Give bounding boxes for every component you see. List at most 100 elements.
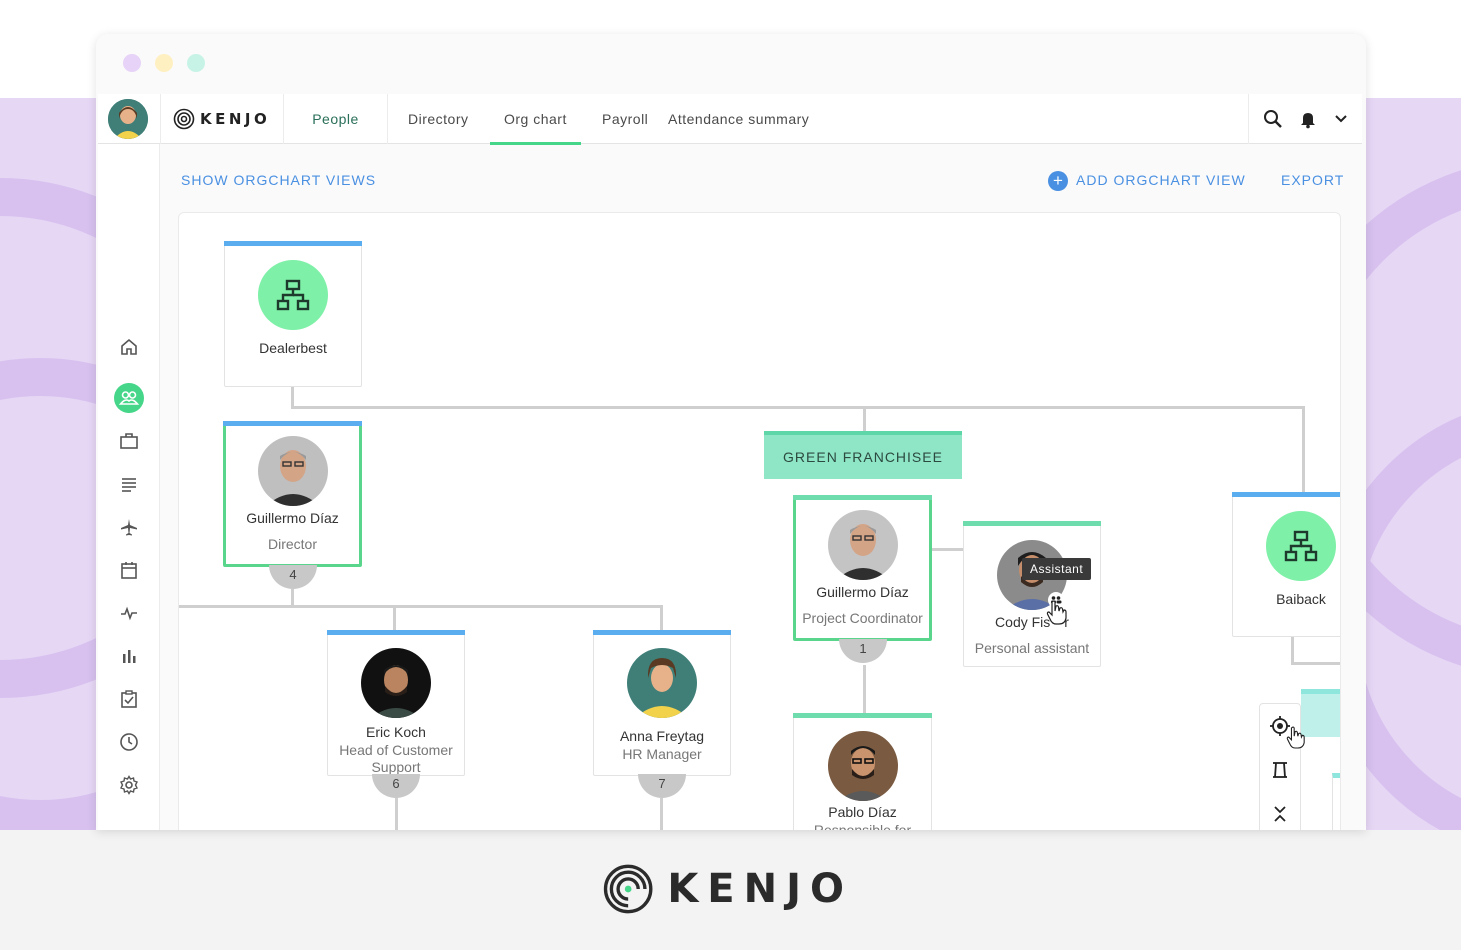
employee-card-pablo-diaz[interactable]: Pablo Díaz Responsible for — [793, 713, 932, 830]
org-chart-canvas[interactable]: Dealerbest Guillermo Díaz Director 4 GRE… — [178, 212, 1341, 830]
connector — [291, 589, 294, 605]
connector — [1302, 406, 1305, 492]
hand-cursor-icon — [1286, 726, 1305, 749]
connector — [863, 665, 866, 713]
footer-logo: KENJO — [603, 859, 853, 919]
employee-name: Pablo Díaz — [828, 804, 897, 820]
employee-photo — [257, 436, 328, 506]
clipboard-check-icon[interactable] — [114, 684, 144, 714]
pulse-icon[interactable] — [114, 598, 144, 628]
brand-logo[interactable]: KENJO — [160, 94, 284, 144]
org-structure-icon — [1266, 511, 1336, 581]
collapse-icon[interactable] — [1260, 794, 1300, 830]
employee-role: Head of Customer Support — [339, 742, 453, 775]
brand-name: KENJO — [200, 110, 271, 128]
tab-attendance-summary[interactable]: Attendance summary — [668, 94, 809, 144]
card-accent — [327, 630, 465, 635]
hand-cursor-icon — [1046, 600, 1067, 625]
kenjo-logo-icon — [173, 108, 195, 130]
people-icon[interactable] — [114, 383, 144, 413]
calendar-icon[interactable] — [114, 555, 144, 585]
top-navigation: KENJO People Directory Org chart Payroll… — [98, 94, 1362, 145]
employee-card-coordinator[interactable]: Guillermo Díaz Project Coordinator — [793, 495, 932, 641]
maximize-dot[interactable] — [187, 54, 205, 72]
window-controls — [123, 54, 205, 72]
employee-role: Responsible for — [813, 822, 912, 830]
connector — [395, 798, 398, 830]
employee-photo — [361, 648, 431, 718]
employee-role: Personal assistant — [974, 640, 1090, 656]
airplane-icon[interactable] — [114, 512, 144, 542]
user-avatar[interactable] — [108, 99, 148, 139]
card-accent — [223, 421, 362, 426]
card-accent — [963, 521, 1101, 526]
app-window: KENJO People Directory Org chart Payroll… — [96, 34, 1366, 830]
reports-count-badge[interactable]: 4 — [269, 565, 317, 589]
search-icon[interactable] — [1263, 109, 1283, 129]
connector — [1291, 662, 1340, 665]
clock-icon[interactable] — [114, 727, 144, 757]
connector — [929, 548, 963, 551]
nav-people[interactable]: People — [284, 94, 388, 144]
connector — [660, 798, 663, 830]
topbar-actions — [1248, 94, 1362, 144]
employee-name: Cody Fis r — [964, 614, 1100, 630]
sidebar — [98, 144, 160, 830]
employee-photo — [627, 648, 697, 718]
card-accent — [1232, 492, 1340, 497]
add-orgchart-view-link[interactable]: ADD ORGCHART VIEW — [1076, 172, 1246, 188]
employee-name: Anna Freytag — [619, 728, 705, 744]
card-partial — [1332, 773, 1340, 830]
team-header-green-franchisee[interactable]: GREEN FRANCHISEE — [764, 431, 962, 479]
connector — [1291, 637, 1294, 665]
employee-role: Project Coordinator — [802, 610, 923, 626]
bar-chart-icon[interactable] — [114, 641, 144, 671]
employee-card-anna-freytag[interactable]: Anna Freytag HR Manager — [593, 630, 731, 776]
connector — [393, 605, 396, 631]
employee-name-start: Cody Fis — [995, 614, 1051, 630]
reports-count-badge[interactable]: 7 — [638, 774, 686, 798]
org-unit-name: Baiback — [1276, 591, 1326, 607]
show-orgchart-views-link[interactable]: SHOW ORGCHART VIEWS — [181, 172, 376, 188]
reports-count-badge[interactable]: 6 — [372, 774, 420, 798]
list-icon[interactable] — [114, 469, 144, 499]
employee-name: Guillermo Díaz — [246, 510, 339, 526]
zoom-controls — [1259, 703, 1305, 830]
employee-name: Guillermo Díaz — [816, 584, 909, 600]
connector — [863, 406, 866, 431]
employee-role: Director — [267, 536, 317, 552]
connector — [291, 406, 1305, 409]
org-unit-name: Dealerbest — [259, 340, 327, 356]
card-accent — [593, 630, 731, 635]
chevron-down-icon[interactable] — [1333, 111, 1349, 127]
employee-card-eric-koch[interactable]: Eric Koch Head of Customer Support — [327, 630, 465, 776]
close-dot[interactable] — [123, 54, 141, 72]
employee-card-assistant[interactable]: Assistant Cody Fis r Personal assistant — [963, 521, 1101, 667]
gear-icon[interactable] — [114, 770, 144, 800]
plus-icon[interactable]: + — [1048, 171, 1068, 191]
fit-icon[interactable] — [1260, 750, 1300, 790]
employee-name: Eric Koch — [366, 724, 426, 740]
team-header-partial[interactable] — [1301, 689, 1340, 737]
home-icon[interactable] — [114, 332, 144, 362]
card-accent — [793, 713, 932, 718]
footer-brand-name: KENJO — [667, 866, 853, 912]
org-unit-card-baiback[interactable]: Baiback — [1232, 492, 1340, 637]
briefcase-icon[interactable] — [114, 426, 144, 456]
card-accent — [224, 241, 362, 246]
kenjo-logo-icon — [603, 864, 653, 914]
org-unit-card-dealerbest[interactable]: Dealerbest — [224, 241, 362, 387]
employee-photo — [827, 731, 898, 801]
tab-directory[interactable]: Directory — [408, 94, 469, 144]
card-accent — [793, 495, 932, 500]
bell-icon[interactable] — [1298, 109, 1318, 129]
export-link[interactable]: EXPORT — [1281, 172, 1344, 188]
tab-org-chart[interactable]: Org chart — [490, 94, 581, 145]
employee-role: HR Manager — [622, 746, 702, 762]
assistant-tooltip: Assistant — [1022, 558, 1092, 580]
employee-card-director[interactable]: Guillermo Díaz Director — [223, 421, 362, 567]
tab-payroll[interactable]: Payroll — [602, 94, 648, 144]
reports-count-badge[interactable]: 1 — [839, 639, 887, 663]
employee-photo — [827, 510, 898, 580]
minimize-dot[interactable] — [155, 54, 173, 72]
